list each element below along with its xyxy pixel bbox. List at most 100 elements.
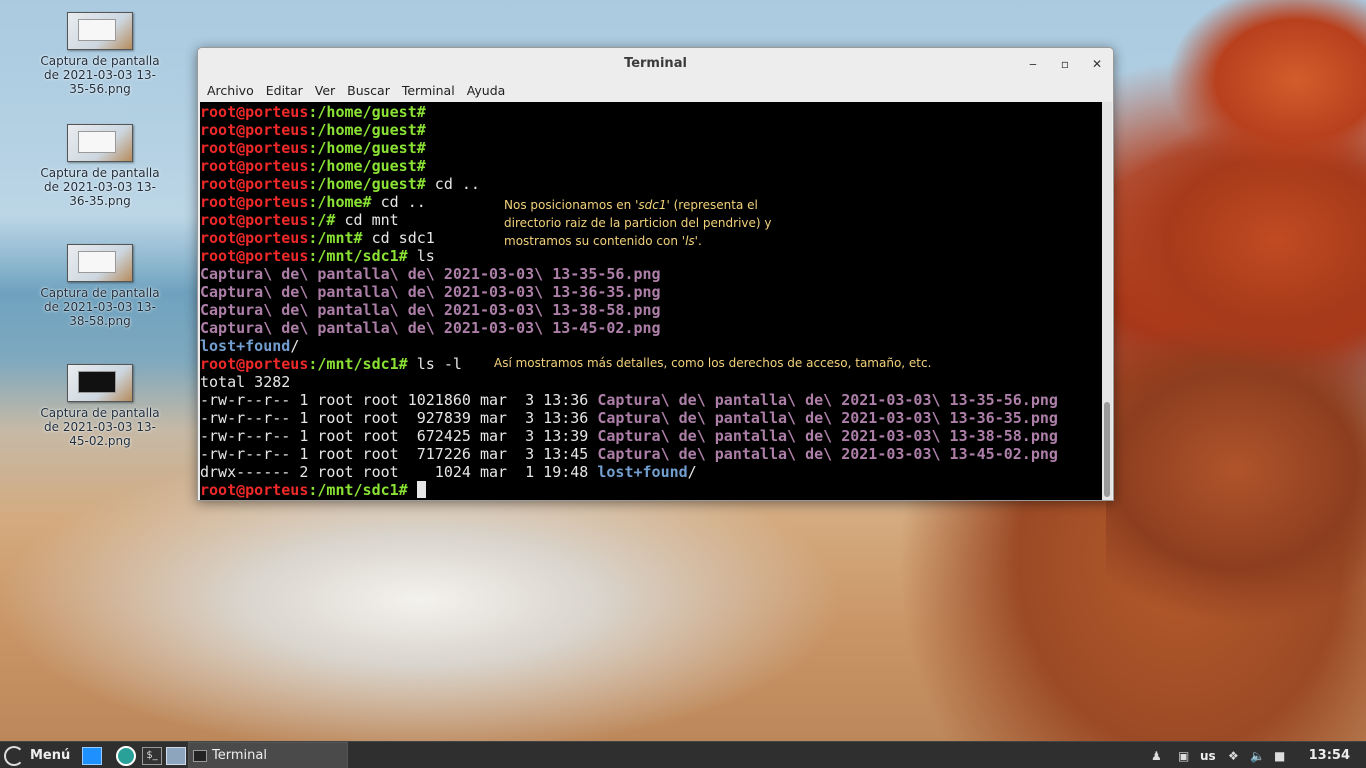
start-menu-label: Menú xyxy=(30,748,71,763)
terminal-line: -rw-r--r-- 1 root root 1021860 mar 3 13:… xyxy=(200,391,1103,409)
prompt-path: /home# xyxy=(317,193,372,211)
taskbar-task-label: Terminal xyxy=(212,748,267,763)
terminal-line: Captura\ de\ pantalla\ de\ 2021-03-03\ 1… xyxy=(200,319,1103,337)
porteus-logo-icon xyxy=(4,745,24,766)
prompt-user: root@porteus xyxy=(200,175,309,193)
taskbar-terminal-task[interactable]: Terminal xyxy=(188,742,348,768)
image-thumbnail-icon xyxy=(67,12,133,50)
window-titlebar[interactable]: Terminal ‒ ▫ ✕ xyxy=(198,48,1113,79)
file-name: Captura\ de\ pantalla\ de\ 2021-03-03\ 1… xyxy=(200,319,661,337)
file-name: Captura\ de\ pantalla\ de\ 2021-03-03\ 1… xyxy=(200,301,661,319)
output-text: total 3282 xyxy=(200,373,291,391)
file-metadata: -rw-r--r-- 1 root root 1021860 mar 3 13:… xyxy=(200,391,598,409)
taskbar: Menú $_ Terminal ♟ ▣ us ❖ 🔈 ■ 13:54 xyxy=(0,741,1366,768)
menu-buscar[interactable]: Buscar xyxy=(342,83,395,98)
prompt-path: /mnt# xyxy=(317,229,363,247)
prompt-path: /home/guest# xyxy=(317,139,426,157)
desktop-file-label: Captura de pantalla de 2021-03-03 13-35-… xyxy=(40,54,160,96)
desktop-file-icon[interactable]: Captura de pantalla de 2021-03-03 13-45-… xyxy=(35,364,165,448)
prompt-path: /home/guest# xyxy=(317,121,426,139)
desktop-file-icon[interactable]: Captura de pantalla de 2021-03-03 13-36-… xyxy=(35,124,165,208)
command-text: ls xyxy=(407,247,435,265)
terminal-line: root@porteus:/mnt/sdc1# xyxy=(200,481,1103,499)
directory-name: lost+found xyxy=(200,337,291,355)
prompt-path: /# xyxy=(317,211,336,229)
prompt-user: root@porteus xyxy=(200,211,309,229)
command-text: cd .. xyxy=(425,175,480,193)
image-thumbnail-icon xyxy=(67,244,133,282)
desktop-file-label: Captura de pantalla de 2021-03-03 13-36-… xyxy=(40,166,160,208)
file-metadata: drwx------ 2 root root 1024 mar 1 19:48 xyxy=(200,463,598,481)
terminal-window[interactable]: Terminal ‒ ▫ ✕ Archivo Editar Ver Buscar… xyxy=(197,47,1114,501)
window-title: Terminal xyxy=(624,56,687,71)
desktop-file-label: Captura de pantalla de 2021-03-03 13-38-… xyxy=(40,286,160,328)
directory-suffix: / xyxy=(290,337,300,355)
terminal-line: root@porteus:/home/guest# cd .. xyxy=(200,175,1103,193)
terminal-line: root@porteus:/home/guest# xyxy=(200,139,1103,157)
file-name: Captura\ de\ pantalla\ de\ 2021-03-03\ 1… xyxy=(200,283,661,301)
maximize-button[interactable]: ▫ xyxy=(1056,55,1074,73)
terminal-line: total 3282 xyxy=(200,373,1103,391)
minimize-button[interactable]: ‒ xyxy=(1024,55,1042,73)
terminal-task-icon xyxy=(193,749,207,762)
user-icon[interactable]: ♟ xyxy=(1151,742,1162,768)
command-text: cd sdc1 xyxy=(362,229,435,247)
prompt-user: root@porteus xyxy=(200,229,309,247)
annotation-cd-ls: Nos posicionamos en 'sdc1' (representa e… xyxy=(504,198,772,248)
prompt-path: /mnt/sdc1# xyxy=(317,247,408,265)
image-thumbnail-icon xyxy=(67,364,133,402)
desktop-file-label: Captura de pantalla de 2021-03-03 13-45-… xyxy=(40,406,160,448)
scrollbar-thumb[interactable] xyxy=(1104,402,1110,497)
prompt-user: root@porteus xyxy=(200,247,309,265)
lock-icon[interactable]: ■ xyxy=(1274,742,1285,768)
menu-ver[interactable]: Ver xyxy=(310,83,340,98)
file-metadata: -rw-r--r-- 1 root root 927839 mar 3 13:3… xyxy=(200,409,598,427)
prompt-path: /home/guest# xyxy=(317,157,426,175)
prompt-user: root@porteus xyxy=(200,121,309,139)
file-metadata: -rw-r--r-- 1 root root 672425 mar 3 13:3… xyxy=(200,427,598,445)
menu-editar[interactable]: Editar xyxy=(261,83,308,98)
prompt-user: root@porteus xyxy=(200,193,309,211)
screenshot-icon[interactable]: ▣ xyxy=(1178,742,1189,768)
network-icon[interactable]: ❖ xyxy=(1228,742,1239,768)
terminal-line: -rw-r--r-- 1 root root 927839 mar 3 13:3… xyxy=(200,409,1103,427)
prompt-path: /home/guest# xyxy=(317,103,426,121)
prompt-user: root@porteus xyxy=(200,157,309,175)
desktop-file-icon[interactable]: Captura de pantalla de 2021-03-03 13-35-… xyxy=(35,12,165,96)
browser-launcher-icon[interactable] xyxy=(116,742,136,768)
volume-icon[interactable]: 🔈 xyxy=(1250,742,1265,768)
terminal-line: lost+found/ xyxy=(200,337,1103,355)
prompt-user: root@porteus xyxy=(200,355,309,373)
terminal-launcher-icon[interactable]: $_ xyxy=(142,742,162,768)
terminal-line: root@porteus:/home/guest# xyxy=(200,157,1103,175)
terminal-scrollbar[interactable] xyxy=(1102,102,1112,500)
file-name: Captura\ de\ pantalla\ de\ 2021-03-03\ 1… xyxy=(597,445,1058,463)
terminal-line: root@porteus:/home/guest# xyxy=(200,103,1103,121)
menubar: Archivo Editar Ver Buscar Terminal Ayuda xyxy=(198,79,1113,102)
command-text: ls -l xyxy=(407,355,462,373)
file-name: Captura\ de\ pantalla\ de\ 2021-03-03\ 1… xyxy=(597,427,1058,445)
file-name: Captura\ de\ pantalla\ de\ 2021-03-03\ 1… xyxy=(597,391,1058,409)
menu-terminal[interactable]: Terminal xyxy=(397,83,460,98)
menu-archivo[interactable]: Archivo xyxy=(202,83,259,98)
keyboard-layout[interactable]: us xyxy=(1200,742,1216,768)
file-metadata: -rw-r--r-- 1 root root 717226 mar 3 13:4… xyxy=(200,445,598,463)
prompt-user: root@porteus xyxy=(200,103,309,121)
image-thumbnail-icon xyxy=(67,124,133,162)
text-cursor xyxy=(416,481,426,498)
prompt-path: /mnt/sdc1# xyxy=(317,481,408,499)
file-name: Captura\ de\ pantalla\ de\ 2021-03-03\ 1… xyxy=(597,409,1058,427)
terminal-output[interactable]: root@porteus:/home/guest# root@porteus:/h… xyxy=(200,102,1103,500)
file-manager-launcher-icon[interactable] xyxy=(166,742,186,768)
command-text xyxy=(408,481,417,499)
start-menu-button[interactable]: Menú xyxy=(4,742,70,768)
close-button[interactable]: ✕ xyxy=(1088,55,1106,73)
directory-name: lost+found xyxy=(597,463,688,481)
show-desktop-icon[interactable] xyxy=(82,742,102,768)
terminal-line: Captura\ de\ pantalla\ de\ 2021-03-03\ 1… xyxy=(200,301,1103,319)
desktop-file-icon[interactable]: Captura de pantalla de 2021-03-03 13-38-… xyxy=(35,244,165,328)
menu-ayuda[interactable]: Ayuda xyxy=(462,83,511,98)
command-text: cd .. xyxy=(371,193,426,211)
prompt-user: root@porteus xyxy=(200,481,309,499)
clock[interactable]: 13:54 xyxy=(1309,742,1350,768)
